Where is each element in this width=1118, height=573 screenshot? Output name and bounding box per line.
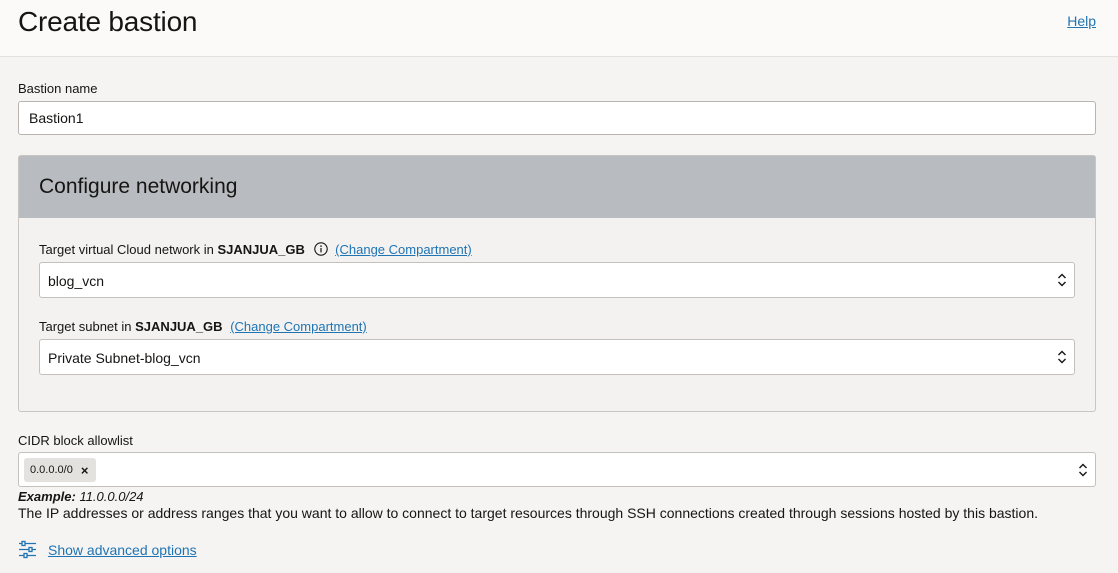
help-link[interactable]: Help — [1067, 13, 1096, 29]
cidr-allowlist-input[interactable]: 0.0.0.0/0 × — [18, 452, 1096, 487]
remove-chip-icon[interactable]: × — [81, 463, 89, 478]
cidr-example: Example: 11.0.0.0/24 — [18, 489, 144, 504]
panel-header: Configure networking — [19, 156, 1095, 218]
cidr-label: CIDR block allowlist — [18, 433, 133, 448]
cidr-chip: 0.0.0.0/0 × — [24, 458, 97, 482]
subnet-select[interactable]: Private Subnet-blog_vcn — [39, 339, 1075, 375]
bastion-name-label: Bastion name — [18, 81, 98, 96]
example-label: Example: — [18, 489, 76, 504]
show-advanced-options-link[interactable]: Show advanced options — [48, 542, 197, 558]
page-header: Create bastion Help — [0, 0, 1118, 57]
vcn-compartment-name: SJANJUA_GB — [217, 242, 305, 257]
subnet-label-text: Target subnet in — [39, 319, 132, 334]
vcn-select[interactable]: blog_vcn — [39, 262, 1075, 298]
bastion-name-input[interactable] — [18, 101, 1096, 135]
subnet-label: Target subnet in SJANJUA_GB (Change Comp… — [39, 319, 367, 334]
panel-title: Configure networking — [39, 175, 238, 198]
subnet-select-value: Private Subnet-blog_vcn — [48, 350, 201, 366]
info-icon[interactable] — [313, 242, 328, 256]
vcn-change-compartment-link[interactable]: (Change Compartment) — [335, 242, 472, 257]
vcn-label-text: Target virtual Cloud network in — [39, 242, 214, 257]
sliders-icon — [19, 540, 36, 559]
subnet-change-compartment-link[interactable]: (Change Compartment) — [230, 319, 367, 334]
cidr-chip-label: 0.0.0.0/0 — [30, 464, 73, 476]
chevron-updown-icon — [1058, 350, 1066, 364]
show-advanced-options[interactable]: Show advanced options — [18, 540, 197, 559]
chevron-updown-icon — [1079, 463, 1087, 477]
vcn-select-value: blog_vcn — [48, 273, 105, 289]
configure-networking-panel: Configure networking Target virtual Clou… — [18, 155, 1096, 412]
cidr-help-text: The IP addresses or address ranges that … — [18, 505, 1038, 521]
vcn-label: Target virtual Cloud network in SJANJUA_… — [39, 242, 472, 257]
chevron-updown-icon — [1058, 273, 1066, 287]
subnet-compartment-name: SJANJUA_GB — [135, 319, 223, 334]
example-value: 11.0.0.0/24 — [79, 489, 144, 504]
page-title: Create bastion — [18, 6, 198, 37]
